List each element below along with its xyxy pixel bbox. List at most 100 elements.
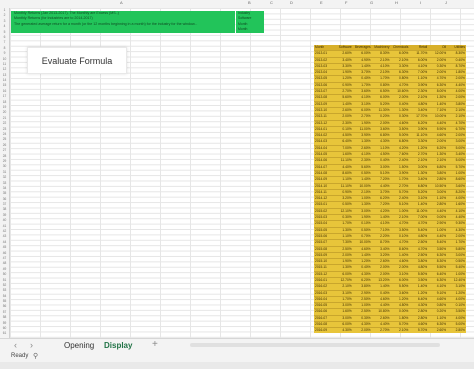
table-cell[interactable]: 2.70% — [334, 89, 353, 94]
table-cell[interactable]: 1.60% — [447, 202, 466, 207]
table-cell[interactable]: 4.10% — [447, 209, 466, 214]
table-cell[interactable]: 12.70% — [334, 278, 353, 283]
table-cell[interactable]: 3.30% — [409, 139, 428, 144]
table-cell[interactable]: 3.50% — [409, 278, 428, 283]
table-cell[interactable]: 4.80% — [409, 265, 428, 270]
table-cell[interactable]: 2016-06 — [314, 309, 334, 314]
table-cell[interactable]: 10.80% — [372, 309, 391, 314]
table-cell[interactable]: 1.30% — [409, 171, 428, 176]
table-cell[interactable]: 1.40% — [353, 64, 372, 69]
table-cell[interactable]: 4.30% — [447, 228, 466, 233]
table-cell[interactable]: 3.10% — [353, 102, 372, 107]
table-cell[interactable]: 4.70% — [447, 121, 466, 126]
table-cell[interactable]: 2.10% — [409, 158, 428, 163]
table-cell[interactable]: 6.00% — [391, 278, 410, 283]
table-cell[interactable]: 2015-12 — [314, 272, 334, 277]
table-cell[interactable]: 2016-08 — [314, 322, 334, 327]
table-cell[interactable]: 3.70% — [372, 190, 391, 195]
table-cell[interactable]: 2.60% — [372, 316, 391, 321]
table-cell[interactable]: 4.70% — [409, 221, 428, 226]
table-cell[interactable]: 3.40% — [409, 177, 428, 182]
table-cell[interactable]: 2.80% — [409, 316, 428, 321]
table-cell[interactable]: 8.30% — [447, 51, 466, 56]
table-cell[interactable]: 0.90% — [334, 83, 353, 88]
table-cell[interactable]: 3.00% — [334, 316, 353, 321]
table-cell[interactable]: 1.20% — [447, 291, 466, 296]
table-cell[interactable]: 2013-05 — [314, 76, 334, 81]
table-cell[interactable]: 2.00% — [334, 253, 353, 258]
table-cell[interactable]: 2014-04 — [314, 146, 334, 151]
table-cell[interactable]: 1.30% — [353, 139, 372, 144]
column-letter[interactable]: E — [320, 0, 323, 5]
table-cell[interactable]: 5.80% — [447, 247, 466, 252]
table-cell[interactable]: 4.70% — [391, 83, 410, 88]
table-cell[interactable]: 3.80% — [353, 284, 372, 289]
table-cell[interactable]: 3.10% — [334, 291, 353, 296]
table-cell[interactable]: 4.20% — [391, 146, 410, 151]
table-cell[interactable]: 2.10% — [353, 190, 372, 195]
table-cell[interactable]: 2.00% — [447, 234, 466, 239]
table-cell[interactable]: 4.40% — [372, 303, 391, 308]
table-cell[interactable]: 6.00% — [391, 51, 410, 56]
table-cell[interactable]: 0.00% — [428, 215, 447, 220]
table-cell[interactable]: 1.20% — [391, 297, 410, 302]
table-cell[interactable]: 2.00% — [428, 58, 447, 63]
table-cell[interactable]: 2.20% — [372, 234, 391, 239]
table-cell[interactable]: 3.90% — [409, 83, 428, 88]
table-cell[interactable]: 11.10% — [409, 133, 428, 138]
table-cell[interactable]: 4.00% — [447, 196, 466, 201]
table-cell[interactable]: 2013-02 — [314, 58, 334, 63]
table-cell[interactable]: 2015-09 — [314, 253, 334, 258]
table-cell[interactable]: 3.90% — [353, 133, 372, 138]
table-cell[interactable]: 5.50% — [391, 284, 410, 289]
table-cell[interactable]: 2.00% — [391, 95, 410, 100]
table-cell[interactable]: 5.20% — [409, 190, 428, 195]
table-cell[interactable]: 4.80% — [409, 234, 428, 239]
table-cell[interactable]: 2.70% — [353, 114, 372, 119]
table-cell[interactable]: 1.70% — [334, 221, 353, 226]
table-cell[interactable]: 0.50% — [447, 259, 466, 264]
table-cell[interactable]: 1.20% — [334, 76, 353, 81]
table-cell[interactable]: 1.10% — [428, 316, 447, 321]
table-cell[interactable]: 2014-02 — [314, 133, 334, 138]
table-cell[interactable]: 3.20% — [372, 253, 391, 258]
table-cell[interactable]: 2015-01 — [314, 202, 334, 207]
table-cell[interactable]: 6.40% — [334, 139, 353, 144]
table-cell[interactable]: 6.00% — [334, 272, 353, 277]
table-cell[interactable]: 5.70% — [391, 322, 410, 327]
accessibility-icon[interactable]: ⚲ — [33, 352, 38, 360]
table-cell[interactable]: 3.00% — [372, 165, 391, 170]
table-cell[interactable]: 3.00% — [428, 190, 447, 195]
table-cell[interactable]: 4.40% — [372, 184, 391, 189]
table-cell[interactable]: 1.40% — [409, 202, 428, 207]
table-cell[interactable]: 2.10% — [334, 284, 353, 289]
table-cell[interactable]: 1.40% — [334, 102, 353, 107]
table-cell[interactable]: 4.30% — [409, 303, 428, 308]
table-cell[interactable]: 2.70% — [391, 184, 410, 189]
table-cell[interactable]: 10.50% — [428, 184, 447, 189]
table-cell[interactable]: 1.20% — [353, 259, 372, 264]
table-cell[interactable]: 3.50% — [391, 127, 410, 132]
table-cell[interactable]: 5.40% — [447, 265, 466, 270]
table-cell[interactable]: 1.90% — [353, 215, 372, 220]
table-cell[interactable]: 2013-08 — [314, 95, 334, 100]
table-cell[interactable]: 6.20% — [409, 121, 428, 126]
table-cell[interactable]: 5.00% — [447, 146, 466, 151]
table-cell[interactable]: 2.90% — [428, 221, 447, 226]
table-cell[interactable]: 2014-03 — [314, 139, 334, 144]
table-cell[interactable]: 5.70% — [409, 328, 428, 333]
table-cell[interactable]: 1.10% — [334, 234, 353, 239]
table-cell[interactable]: 1.50% — [391, 165, 410, 170]
table-cell[interactable]: 1.30% — [334, 228, 353, 233]
table-cell[interactable]: 2.00% — [372, 121, 391, 126]
table-cell[interactable]: 2.80% — [447, 328, 466, 333]
table-cell[interactable]: 0.50% — [334, 202, 353, 207]
table-cell[interactable]: 1.00% — [447, 272, 466, 277]
evaluate-formula-button[interactable]: Evaluate Formula — [27, 47, 127, 74]
table-cell[interactable]: 2015-04 — [314, 221, 334, 226]
table-cell[interactable]: 10.00% — [428, 114, 447, 119]
table-cell[interactable]: 0.40% — [353, 265, 372, 270]
table-cell[interactable]: 0.10% — [353, 221, 372, 226]
table-cell[interactable]: 1.70% — [447, 240, 466, 245]
table-cell[interactable]: 4.10% — [409, 64, 428, 69]
